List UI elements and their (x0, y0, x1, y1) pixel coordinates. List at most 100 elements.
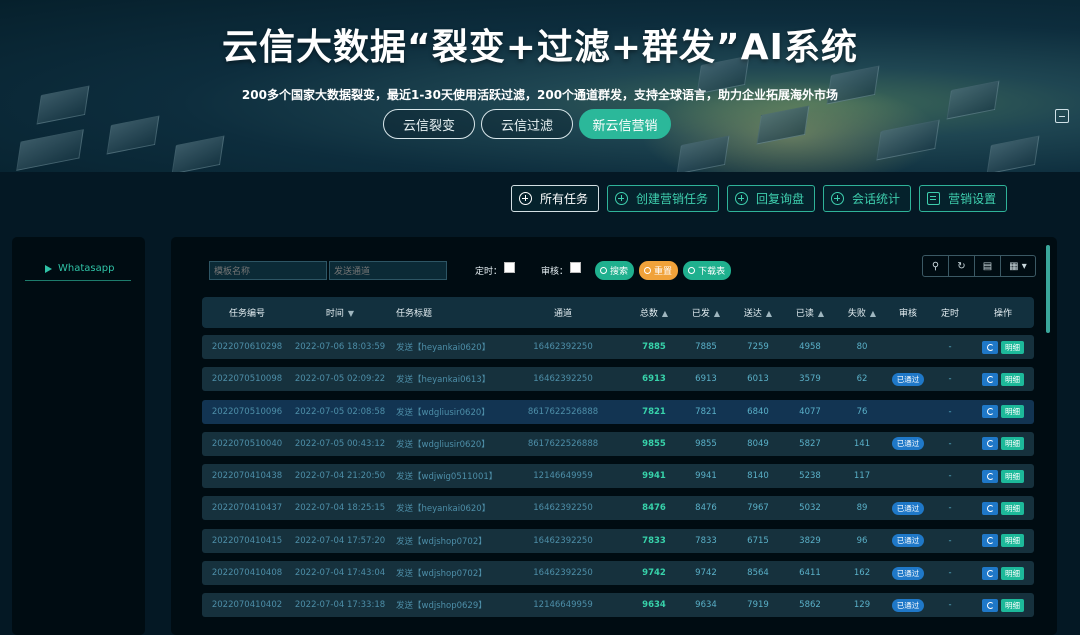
send-channel-input[interactable] (329, 261, 447, 280)
all-tasks-button[interactable]: 所有任务 (511, 185, 600, 212)
review-checkbox[interactable] (570, 262, 582, 273)
task-actions: 明细 (972, 372, 1034, 386)
refresh-icon[interactable] (982, 372, 998, 386)
action-toolbar: 所有任务 创建营销任务 回复询盘 会话统计 营销设置 (511, 185, 1008, 212)
col-time[interactable]: 时间 ▼ (292, 306, 388, 319)
table-row[interactable]: 2022070410415 2022-07-04 17:57:20 发送【wdjsh… (202, 528, 1034, 553)
col-sent[interactable]: 已发 ▲︎ (680, 306, 732, 319)
task-sent: 8476 (695, 503, 717, 514)
scrollbar[interactable] (1046, 245, 1050, 333)
columns-icon[interactable]: ▦ ▾ (1001, 256, 1035, 276)
col-task-id[interactable]: 任务编号 (202, 306, 292, 319)
task-delivered: 7919 (747, 600, 769, 611)
table-row[interactable]: 2022070410402 2022-07-04 17:33:18 发送【wdjsh… (202, 593, 1034, 618)
table-row[interactable]: 2022070510040 2022-07-05 00:43:12 发送【wdgli… (202, 431, 1034, 456)
detail-button[interactable]: 明细 (1001, 469, 1024, 483)
task-channel: 16462392250 (533, 374, 593, 385)
col-delivered-label: 送达 (743, 309, 762, 319)
refresh-icon[interactable] (982, 534, 998, 548)
col-delivered[interactable]: 送达 ▲︎ (732, 306, 784, 319)
task-time: 2022-07-05 02:08:58 (294, 406, 386, 417)
task-title: 发送【wdgliusir0620】 (396, 439, 490, 450)
refresh-icon[interactable] (982, 437, 998, 451)
table-row[interactable]: 2022070610298 2022-07-06 18:03:59 发送【heyan… (202, 335, 1034, 359)
task-timed: - (948, 535, 952, 546)
col-channel[interactable]: 通道 (498, 306, 628, 319)
session-stats-button[interactable]: 会话统计 (823, 185, 912, 212)
refresh-icon[interactable]: ↻ (949, 256, 975, 276)
create-task-button[interactable]: 创建营销任务 (607, 185, 720, 212)
row-actions: 明细 (972, 372, 1034, 386)
task-timed: - (948, 438, 952, 449)
tab-cloud-fission[interactable]: 云信裂变 (383, 109, 475, 139)
detail-button[interactable]: 明细 (1001, 340, 1024, 354)
timed-checkbox[interactable] (504, 262, 516, 273)
task-review: 已通过 (888, 534, 928, 548)
task-sent: 9742 (695, 568, 717, 579)
detail-button[interactable]: 明细 (1001, 405, 1024, 419)
search-toggle-icon[interactable]: ⚲ (923, 256, 949, 276)
refresh-icon[interactable] (982, 469, 998, 483)
col-total[interactable]: 总数 ▲︎ (628, 306, 680, 319)
download-button[interactable]: 下载表 (683, 261, 732, 280)
task-title: 发送【wdjshop0702】 (396, 569, 487, 580)
banner-title: 云信大数据“裂变+过滤+群发”AI系统 (222, 27, 858, 68)
table-row[interactable]: 2022070410408 2022-07-04 17:43:04 发送【wdjsh… (202, 561, 1034, 586)
tab-cloud-marketing[interactable]: 新云信营销 (579, 109, 671, 139)
refresh-icon[interactable] (982, 340, 998, 354)
col-title[interactable]: 任务标题 (388, 306, 498, 319)
task-delivered: 6715 (747, 535, 769, 546)
table-row[interactable]: 2022070410437 2022-07-04 18:25:15 发送【heyan… (202, 496, 1034, 521)
detail-button[interactable]: 明细 (1001, 501, 1024, 515)
plus-circle-icon (615, 192, 629, 205)
banner-subtitle: 200多个国家大数据裂变，最近1-30天使用活跃过滤，200个通道群发，支持全球… (241, 88, 839, 102)
table-row[interactable]: 2022070510098 2022-07-05 02:09:22 发送【heyan… (202, 367, 1034, 392)
sort-desc-icon: ▼ (347, 309, 355, 318)
task-read: 3829 (799, 535, 821, 546)
refresh-icon[interactable] (982, 566, 998, 580)
detail-button[interactable]: 明细 (1001, 437, 1024, 451)
sidebar-item-whatsapp[interactable]: Whatasapp (25, 257, 131, 281)
row-actions: 明细 (972, 469, 1034, 483)
detail-button[interactable]: 明细 (1001, 566, 1024, 580)
tab-cloud-filter[interactable]: 云信过滤 (481, 109, 573, 139)
task-timed: - (948, 374, 952, 385)
col-failed[interactable]: 失败 ▲︎ (836, 306, 888, 319)
task-id: 2022070410408 (211, 568, 283, 579)
detail-button[interactable]: 明细 (1001, 534, 1024, 548)
refresh-icon[interactable] (982, 501, 998, 515)
row-actions: 明细 (972, 598, 1034, 612)
task-review: 已通过 (888, 437, 928, 451)
table-row[interactable]: 2022070510096 2022-07-05 02:08:58 发送【wdgli… (202, 399, 1034, 424)
detail-button[interactable]: 明细 (1001, 598, 1024, 612)
collapse-icon[interactable] (1055, 109, 1069, 123)
sort-icon: ▲︎ (713, 309, 721, 318)
task-review: 已通过 (888, 501, 928, 515)
reply-inquiry-label: 回复询盘 (756, 192, 805, 206)
settings-list-icon (927, 192, 941, 205)
all-tasks-label: 所有任务 (540, 192, 589, 206)
reply-inquiry-button[interactable]: 回复询盘 (727, 185, 816, 212)
search-icon (600, 267, 608, 274)
template-name-input[interactable] (209, 261, 327, 280)
task-sent: 7885 (695, 342, 717, 352)
sort-icon: ▲︎ (661, 309, 669, 318)
refresh-icon[interactable] (982, 598, 998, 612)
task-total: 6913 (642, 374, 666, 385)
marketing-settings-button[interactable]: 营销设置 (919, 185, 1008, 212)
hero-banner: 云信大数据“裂变+过滤+群发”AI系统 200多个国家大数据裂变，最近1-30天… (0, 0, 1080, 172)
table-row[interactable]: 2022070410438 2022-07-04 21:20:50 发送【wdjwi… (202, 464, 1034, 489)
task-total: 8476 (642, 503, 666, 514)
toggle-view-icon[interactable]: ▤ (975, 256, 1001, 276)
task-delivered: 6013 (747, 374, 769, 385)
sort-icon: ▲︎ (869, 309, 877, 318)
detail-button[interactable]: 明细 (1001, 372, 1024, 386)
search-button[interactable]: 搜索 (595, 261, 635, 280)
col-failed-label: 失败 (847, 309, 866, 319)
task-time: 2022-07-04 17:57:20 (294, 535, 386, 546)
task-total: 9855 (642, 438, 666, 449)
refresh-icon[interactable] (982, 405, 998, 419)
reset-button[interactable]: 重置 (639, 261, 679, 280)
col-total-label: 总数 (639, 309, 658, 319)
col-read[interactable]: 已读 ▲︎ (784, 306, 836, 319)
